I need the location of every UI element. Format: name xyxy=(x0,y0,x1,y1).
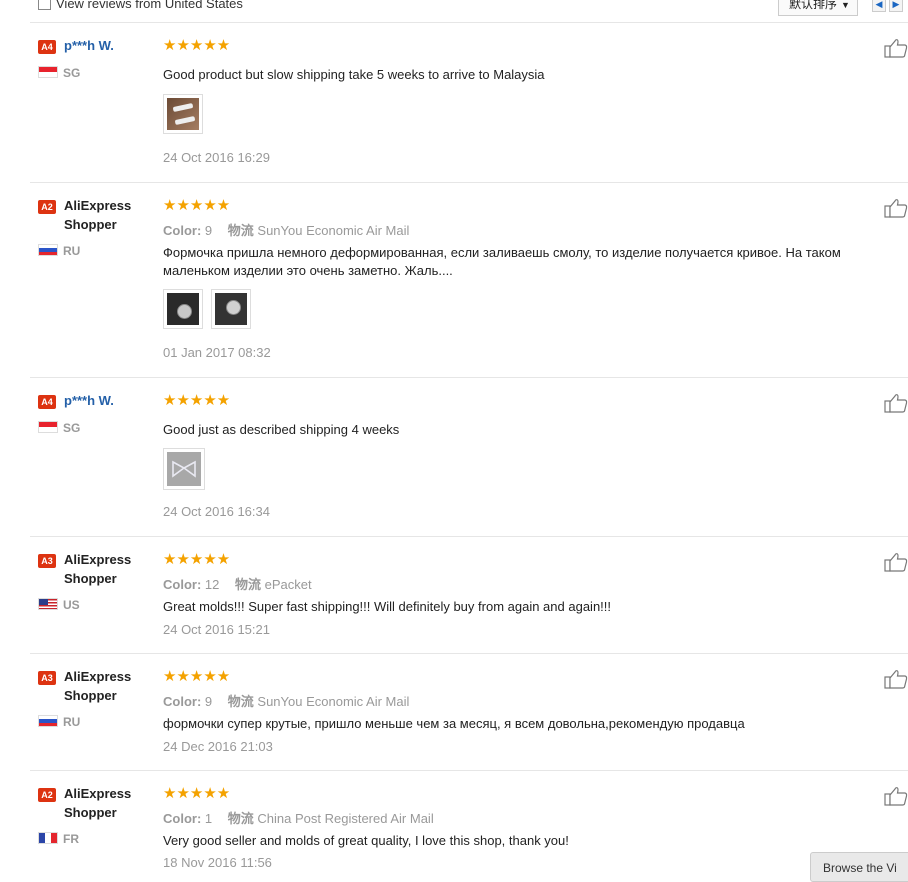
photo-bow-shape xyxy=(172,460,196,478)
browse-button[interactable]: Browse the Vi xyxy=(810,852,908,882)
shipping-value: SunYou Economic Air Mail xyxy=(257,223,410,238)
buyer-level-badge: A3 xyxy=(38,671,56,685)
review-text: Good just as described shipping 4 weeks xyxy=(163,422,400,437)
star-rating: ★★★★★ xyxy=(163,785,231,802)
shipping-key: 物流 xyxy=(235,577,262,592)
buyer-level-badge: A2 xyxy=(38,788,56,802)
buyer-level-badge: A4 xyxy=(38,40,56,54)
review-item: A2 AliExpress Shopper FR ★★★★★ Color: 1 … xyxy=(0,771,908,870)
view-us-checkbox[interactable] xyxy=(38,0,51,10)
color-value: 9 xyxy=(204,694,213,709)
review-date: 24 Oct 2016 16:34 xyxy=(163,504,270,519)
review-item: A4 p***h W. SG ★★★★★ Good product but sl… xyxy=(0,23,908,183)
color-key: Color: xyxy=(163,694,202,709)
shipping-value: SunYou Economic Air Mail xyxy=(257,694,410,709)
star-rating: ★★★★★ xyxy=(163,392,231,409)
review-text: Very good seller and molds of great qual… xyxy=(163,833,569,848)
reviewer-country: SG xyxy=(63,66,81,80)
chevron-down-icon: ▼ xyxy=(841,0,850,10)
color-value: 12 xyxy=(204,577,220,592)
flag-us-icon xyxy=(38,598,58,610)
prev-page-button[interactable]: ◀ xyxy=(872,0,886,12)
chevron-left-icon: ◀ xyxy=(875,0,883,9)
review-meta: Color: 12 物流 ePacket xyxy=(163,574,312,593)
flag-ru-icon xyxy=(38,715,58,727)
review-date: 24 Dec 2016 21:03 xyxy=(163,739,273,754)
flag-fr-icon xyxy=(38,832,58,844)
next-page-button[interactable]: ▶ xyxy=(889,0,903,12)
shipping-value: China Post Registered Air Mail xyxy=(257,811,434,826)
shipping-key: 物流 xyxy=(227,811,254,826)
sort-dropdown-label: 默认排序 xyxy=(789,0,838,11)
review-text: формочки супер крутые, пришло меньше чем… xyxy=(163,716,745,731)
thumbs-up-icon[interactable] xyxy=(884,669,908,689)
reviewer-country: US xyxy=(63,598,80,612)
buyer-level-badge: A2 xyxy=(38,200,56,214)
reviewer-country: SG xyxy=(63,421,81,435)
review-date: 24 Oct 2016 15:21 xyxy=(163,622,270,637)
color-key: Color: xyxy=(163,577,202,592)
view-us-label[interactable]: View reviews from United States xyxy=(56,0,243,11)
flag-sg-icon xyxy=(38,66,58,78)
reviewer-name: AliExpress Shopper xyxy=(64,198,132,232)
review-meta: Color: 9 物流 SunYou Economic Air Mail xyxy=(163,220,409,239)
star-rating: ★★★★★ xyxy=(163,37,231,54)
review-photo[interactable] xyxy=(163,448,205,490)
review-text: Great molds!!! Super fast shipping!!! Wi… xyxy=(163,599,612,614)
star-rating: ★★★★★ xyxy=(163,668,231,685)
thumbs-up-icon[interactable] xyxy=(884,552,908,572)
review-date: 24 Oct 2016 16:29 xyxy=(163,150,270,165)
chevron-right-icon: ▶ xyxy=(892,0,900,9)
star-rating: ★★★★★ xyxy=(163,197,231,214)
review-photo[interactable] xyxy=(163,94,203,134)
thumbs-up-icon[interactable] xyxy=(884,38,908,58)
reviewer-country: RU xyxy=(63,715,81,729)
review-text: Good product but slow shipping take 5 we… xyxy=(163,67,545,82)
flag-sg-icon xyxy=(38,421,58,433)
thumbs-up-icon[interactable] xyxy=(884,786,908,806)
color-key: Color: xyxy=(163,223,202,238)
reviewer-name: AliExpress Shopper xyxy=(64,552,132,586)
buyer-level-badge: A3 xyxy=(38,554,56,568)
shipping-key: 物流 xyxy=(227,694,254,709)
sort-dropdown[interactable]: 默认排序 ▼ xyxy=(778,0,858,16)
review-item: A3 AliExpress Shopper RU ★★★★★ Color: 9 … xyxy=(0,654,908,771)
reviewer-country: FR xyxy=(63,832,79,846)
reviewer-name: AliExpress Shopper xyxy=(64,786,132,820)
review-photo[interactable] xyxy=(163,289,203,329)
review-item: A2 AliExpress Shopper RU ★★★★★ Color: 9 … xyxy=(0,183,908,378)
thumbs-up-icon[interactable] xyxy=(884,393,908,413)
shipping-value: ePacket xyxy=(264,577,312,592)
review-date: 01 Jan 2017 08:32 xyxy=(163,345,271,360)
review-meta: Color: 9 物流 SunYou Economic Air Mail xyxy=(163,691,409,710)
review-item: A3 AliExpress Shopper US ★★★★★ Color: 12… xyxy=(0,537,908,654)
buyer-level-badge: A4 xyxy=(38,395,56,409)
color-value: 9 xyxy=(204,223,213,238)
reviewer-country: RU xyxy=(63,244,81,258)
review-item: A4 p***h W. SG ★★★★★ Good just as descri… xyxy=(0,378,908,537)
shipping-key: 物流 xyxy=(227,223,254,238)
reviewer-name[interactable]: p***h W. xyxy=(64,36,114,55)
review-filter-bar: View reviews from United States 默认排序 ▼ ◀ … xyxy=(0,0,908,22)
color-key: Color: xyxy=(163,811,202,826)
reviewer-name: AliExpress Shopper xyxy=(64,669,132,703)
review-text: Формочка пришла немного деформированная,… xyxy=(163,245,841,278)
star-rating: ★★★★★ xyxy=(163,551,231,568)
review-photo[interactable] xyxy=(211,289,251,329)
flag-ru-icon xyxy=(38,244,58,256)
thumbs-up-icon[interactable] xyxy=(884,198,908,218)
color-value: 1 xyxy=(204,811,213,826)
reviewer-name[interactable]: p***h W. xyxy=(64,391,114,410)
review-meta: Color: 1 物流 China Post Registered Air Ma… xyxy=(163,808,434,827)
